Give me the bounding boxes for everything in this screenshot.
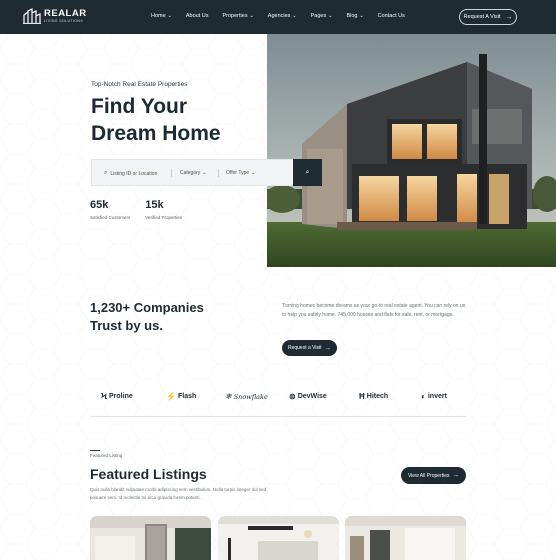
- logo-proline-name: Proline: [109, 393, 133, 400]
- featured-eyebrow: Featured Listing: [90, 453, 123, 458]
- brand-name: REALAR: [44, 8, 87, 19]
- nav-item-pages[interactable]: Pages ⌄: [311, 13, 333, 19]
- featured-title: Featured Listings: [90, 466, 207, 482]
- listing-card-image[interactable]: [90, 516, 211, 560]
- request-visit-label: Request A Visit: [463, 14, 501, 20]
- search-divider: [171, 169, 172, 177]
- stat-label: Verified Properties: [145, 215, 183, 220]
- logos-divider: [90, 416, 466, 417]
- hero-eyebrow: Top-Notch Real Estate Properties: [91, 81, 188, 88]
- listing-card-image[interactable]: [345, 516, 466, 560]
- invert-icon: ◐: [421, 392, 426, 401]
- brand-logo[interactable]: REALAR LIVING SOLUTIONS: [23, 8, 87, 24]
- arrow-right-icon: →: [505, 13, 513, 21]
- hero-title-line2: Dream Home: [91, 122, 221, 145]
- logo-devwise-name: DevWise: [297, 393, 327, 400]
- logo-flash-name: Flash: [177, 393, 197, 400]
- logo-invert-name: invert: [427, 393, 447, 400]
- arrow-right-icon: →: [452, 472, 460, 479]
- nav-item-properties[interactable]: Properties ⌄: [223, 13, 254, 19]
- category-select[interactable]: Category ⌄: [180, 170, 207, 176]
- companies-heading-line1: 1,230+ Companies: [90, 300, 204, 315]
- companies-description: Turning homes become dreams as your go-t…: [282, 303, 466, 318]
- featured-description: Quis nulla blandit vulputate morbi adipi…: [90, 487, 267, 500]
- listing-card-image[interactable]: [218, 516, 339, 560]
- nav-item-label: Home: [151, 13, 166, 19]
- nav-item-home[interactable]: Home ⌄: [151, 13, 172, 19]
- request-visit-button[interactable]: Request A Visit →: [459, 9, 517, 25]
- nav-item-label: Properties: [222, 13, 248, 19]
- stat-customers: 65k Satisfied Customers: [90, 199, 130, 220]
- logo-hitech-name: Hitech: [366, 393, 389, 400]
- hero-title-line1: Find Your: [91, 95, 188, 118]
- view-all-properties-button[interactable]: View All Properties →: [401, 467, 466, 484]
- hero-title: Find Your Dream Home: [91, 93, 221, 147]
- hitech-icon: Ħ: [359, 392, 365, 401]
- hero-stats: 65k Satisfied Customers 15k Verified Pro…: [90, 199, 197, 220]
- logo-flash: ⚡ Flash: [166, 392, 196, 401]
- logo-snowflake: ❄ Snowflake: [225, 392, 268, 401]
- eyebrow-line: [90, 450, 100, 451]
- site-header: REALAR LIVING SOLUTIONS Home ⌄ About Us P…: [0, 0, 556, 34]
- offer-type-select[interactable]: Offer Type ⌄: [226, 170, 255, 176]
- logo-devwise: ⊜ DevWise: [289, 392, 327, 401]
- chevron-down-icon: ⌄: [167, 13, 172, 19]
- nav-item-agencies[interactable]: Agencies ⌄: [268, 13, 297, 19]
- globe-icon: ⊜: [289, 392, 296, 401]
- logo-hitech: Ħ Hitech: [359, 392, 388, 401]
- stat-label: Satisfied Customers: [90, 215, 131, 220]
- brand-tagline: LIVING SOLUTIONS: [44, 19, 84, 23]
- logo-proline: Ϟ Proline: [101, 392, 133, 401]
- chevron-down-icon: ⌄: [249, 13, 254, 19]
- view-all-properties-label: View All Properties: [407, 472, 450, 479]
- hero-heading-block: Top-Notch Real Estate Properties Find Yo…: [91, 81, 221, 147]
- chevron-down-icon: ⌄: [359, 13, 364, 19]
- search-icon: ⌕: [305, 168, 310, 176]
- nav-item-blog[interactable]: Blog ⌄: [346, 13, 363, 19]
- location-placeholder: Listing ID or Location: [110, 170, 158, 177]
- property-search-bar: ⌕ Listing ID or Location Category ⌄ Offe…: [91, 159, 322, 186]
- logo-invert: ◐ invert: [421, 392, 447, 401]
- search-divider: [218, 169, 219, 177]
- nav-item-label: Contact Us: [377, 13, 405, 19]
- nav-item-label: Pages: [310, 13, 327, 19]
- stat-properties: 15k Verified Properties: [145, 199, 182, 220]
- flash-icon: ⚡: [166, 392, 176, 401]
- building-logo-icon: [23, 8, 41, 24]
- search-button[interactable]: ⌕: [293, 159, 322, 186]
- chevron-down-icon: ⌄: [251, 170, 256, 176]
- request-visit-secondary-button[interactable]: Request a Visit →: [282, 340, 337, 356]
- nav-item-label: About Us: [185, 13, 209, 19]
- nav-item-about-us[interactable]: About Us: [186, 13, 209, 19]
- partner-logos: Ϟ Proline ⚡ Flash ❄ Snowflake ⊜ DevWise …: [90, 392, 466, 408]
- proline-icon: Ϟ: [101, 392, 108, 401]
- category-label: Category: [180, 170, 201, 176]
- snowflake-icon: ❄: [225, 392, 232, 401]
- nav-item-contact-us[interactable]: Contact Us: [378, 13, 405, 19]
- chevron-down-icon: ⌄: [328, 13, 333, 19]
- stat-value: 65k: [90, 199, 109, 211]
- main-nav: Home ⌄ About Us Properties ⌄ Agencies ⌄ Pag…: [151, 13, 419, 19]
- search-icon: ⌕: [104, 170, 108, 176]
- location-search-input[interactable]: ⌕ Listing ID or Location: [104, 170, 157, 177]
- hero-house-image: [267, 34, 556, 267]
- request-visit-secondary-label: Request a Visit: [287, 345, 322, 351]
- nav-item-label: Blog: [346, 13, 358, 19]
- arrow-right-icon: →: [324, 344, 332, 352]
- offer-type-label: Offer Type: [226, 170, 250, 176]
- companies-heading: 1,230+ Companies Trust by us.: [90, 299, 204, 335]
- nav-item-label: Agencies: [267, 13, 291, 19]
- stat-value: 15k: [145, 199, 164, 211]
- chevron-down-icon: ⌄: [202, 170, 207, 176]
- companies-heading-line2: Trust by us.: [90, 318, 163, 333]
- logo-snowflake-name: Snowflake: [233, 392, 268, 401]
- chevron-down-icon: ⌄: [292, 13, 297, 19]
